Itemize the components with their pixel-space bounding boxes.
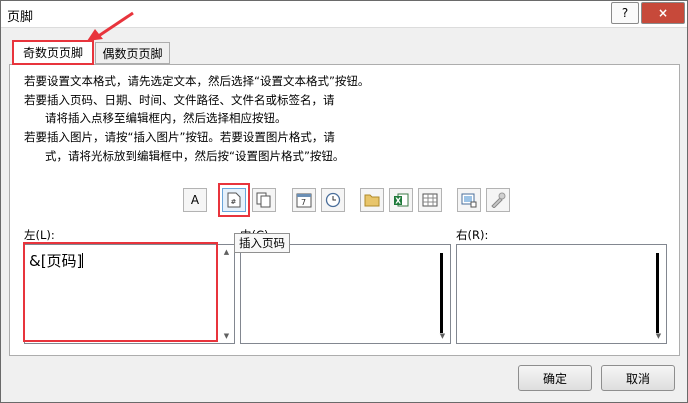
format-picture-button[interactable] [486,188,510,212]
close-button[interactable]: × [641,2,685,24]
instruction-line: 式，请将光标放到编辑框中，然后按“设置图片格式”按钮。 [45,149,345,163]
left-section-value-text: &[页码] [29,252,83,270]
sheet-grid-icon [422,193,438,207]
center-scroll-thumb[interactable] [440,253,443,333]
insert-file-name-button[interactable]: X [389,188,413,212]
scroll-down-icon[interactable]: ▼ [219,329,234,343]
excel-file-icon: X [394,193,409,207]
tab-even-page-footer[interactable]: 偶数页页脚 [95,42,170,64]
format-picture-icon [491,192,506,208]
center-section-input[interactable]: ▼ [240,244,451,344]
picture-icon [461,193,477,208]
insert-date-button[interactable]: 7 [292,188,316,212]
insert-file-path-button[interactable] [360,188,384,212]
insert-time-button[interactable] [321,188,345,212]
right-scrollbar[interactable]: ▼ [651,245,666,343]
left-scrollbar[interactable]: ▲ ▼ [219,245,234,343]
format-text-icon: A [190,193,200,207]
scroll-down-icon[interactable]: ▼ [435,329,450,343]
calendar-day-glyph: 7 [301,198,306,207]
scroll-up-icon[interactable]: ▲ [219,245,234,259]
left-section-value: &[页码] [29,250,84,271]
footer-dialog: 页脚 ? × 奇数页页脚 偶数页页脚 若要设置文本格式，请先选定文本，然后选择“… [0,0,688,403]
left-section-label: 左(L): [24,228,55,242]
right-section-label: 右(R): [456,228,489,242]
scroll-down-icon[interactable]: ▼ [651,329,666,343]
page-number-highlight [218,183,250,217]
right-section-input[interactable]: ▼ [456,244,667,344]
right-scroll-thumb[interactable] [656,253,659,333]
dialog-title: 页脚 [7,10,34,25]
cancel-button[interactable]: 取消 [601,365,675,391]
insert-page-number-tooltip: 插入页码 [234,233,290,253]
instruction-line: 若要设置文本格式，请先选定文本，然后选择“设置文本格式”按钮。 [24,74,370,88]
ok-button[interactable]: 确定 [518,365,592,391]
text-cursor [82,253,84,268]
excel-letter: X [395,197,401,206]
insert-page-count-button[interactable] [252,188,276,212]
instruction-line: 若要插入图片，请按“插入图片”按钮。若要设置图片格式，请 [24,130,335,144]
tab-odd-page-footer[interactable]: 奇数页页脚 [12,40,94,65]
insert-sheet-name-button[interactable] [418,188,442,212]
format-text-button[interactable]: A [183,188,207,212]
center-scrollbar[interactable]: ▼ [435,245,450,343]
instruction-line: 请将插入点移至编辑框内，然后选择相应按钮。 [45,111,287,125]
annotation-arrow-icon [87,11,134,41]
folder-icon [364,194,380,207]
page-count-icon [256,192,271,208]
insert-picture-button[interactable] [457,188,481,212]
calendar-icon: 7 [296,193,312,208]
instruction-line: 若要插入页码、日期、时间、文件路径、文件名或标签名，请 [24,93,335,107]
help-button[interactable]: ? [611,2,639,24]
clock-icon [325,192,341,208]
